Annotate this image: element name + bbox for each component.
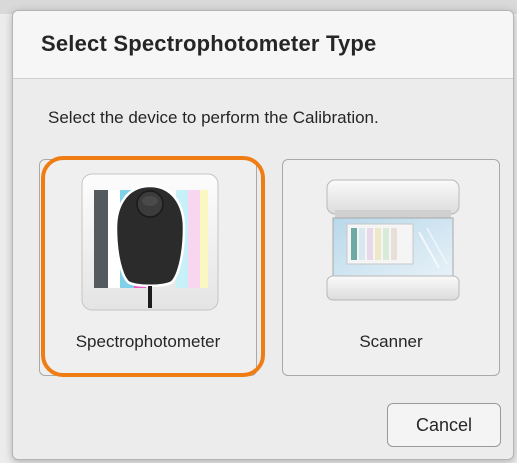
device-option-scanner[interactable]: Scanner (282, 159, 500, 376)
device-label-spectrophotometer: Spectrophotometer (75, 332, 221, 351)
cancel-button[interactable]: Cancel (387, 403, 501, 447)
select-spectrophotometer-dialog: Select Spectrophotometer Type Select the… (12, 10, 514, 460)
device-option-spectrophotometer[interactable]: Spectrophotometer (39, 159, 257, 376)
dialog-titlebar: Select Spectrophotometer Type (13, 11, 513, 79)
instruction-text: Select the device to perform the Calibra… (48, 108, 379, 127)
spectrophotometer-icon (81, 173, 219, 311)
device-label-scanner: Scanner (359, 332, 423, 351)
dialog-title: Select Spectrophotometer Type (41, 31, 377, 56)
scanner-icon (326, 179, 460, 301)
